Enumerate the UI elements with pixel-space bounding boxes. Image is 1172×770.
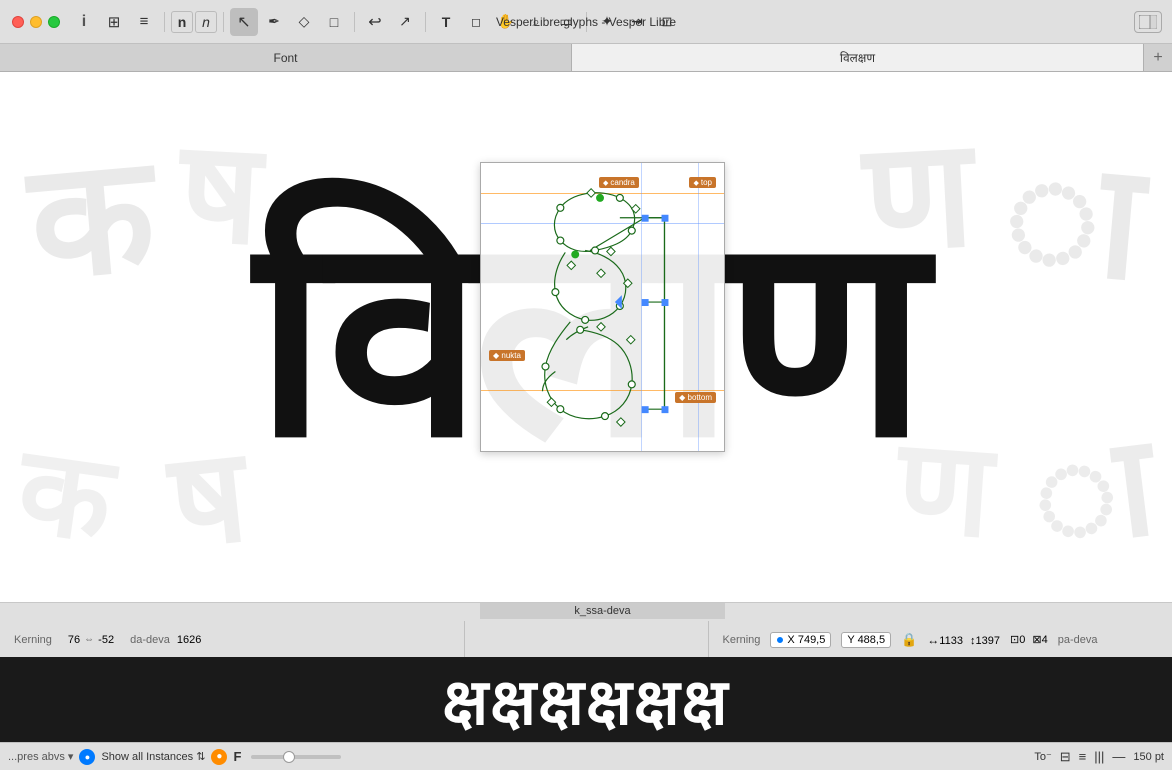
undo-tool[interactable]: ↩	[361, 8, 389, 36]
status-right: To⁻ ⊟ ≡ ||| — 150 pt	[1034, 749, 1164, 765]
size-values: ↔1133 ↕1397	[927, 633, 1000, 647]
info-rows: Kerning 76 ⇔ -52 da-deva 1626 Kerning X …	[0, 621, 1172, 658]
info-bar: k_ssa-deva Kerning 76 ⇔ -52 da-deva 1626…	[0, 602, 1172, 657]
kerning-label-left: Kerning	[14, 634, 52, 646]
pt-size-label: 150 pt	[1133, 751, 1164, 763]
text-tool[interactable]: T	[432, 8, 460, 36]
coord-box-y: Y 488,5	[841, 632, 891, 648]
main-canvas[interactable]: विलाण क ष ण ा क ष ण ा	[0, 72, 1172, 602]
to-icon[interactable]: To⁻	[1034, 750, 1051, 763]
scale-tool[interactable]: ↗	[391, 8, 419, 36]
coord-box: X 749,5	[770, 632, 831, 648]
preview-text: क्षक्षक्षक्षक्षक्ष	[442, 656, 729, 743]
separator3	[354, 12, 355, 32]
align-right-icon[interactable]: ≡	[1079, 749, 1087, 764]
status-bar: ...pres abvs ▾ ● Show all Instances ⇅ ● …	[0, 742, 1172, 770]
column-icon[interactable]: |||	[1094, 749, 1104, 764]
anchor-bottom: ◆ bottom	[675, 392, 716, 403]
info-right: Kerning X 749,5 Y 488,5 🔒 ↔1133 ↕1397 ⊡0…	[709, 621, 1172, 658]
anchor-candra: candra	[599, 177, 639, 188]
filter-button[interactable]: ...pres abvs ▾	[8, 750, 73, 763]
close-button[interactable]	[12, 16, 24, 28]
pen-tool[interactable]: ✒	[260, 8, 288, 36]
grid-view-button[interactable]: ⊞	[100, 8, 128, 36]
glyph-editor[interactable]: candra top ◆ bottom ◆ nukta	[480, 162, 725, 452]
maximize-button[interactable]	[48, 16, 60, 28]
n-italic-button[interactable]: n	[195, 11, 217, 33]
shape-tool[interactable]: ◇	[290, 8, 318, 36]
slider-thumb[interactable]	[283, 751, 295, 763]
kerning-values: 76 ⇔ -52	[68, 634, 114, 646]
glyph-name-label: k_ssa-deva	[480, 603, 725, 619]
f-button[interactable]: F	[233, 749, 241, 764]
sidebar-toggle[interactable]	[1134, 11, 1162, 33]
add-tab-button[interactable]: +	[1144, 44, 1172, 71]
glyph-tab[interactable]: विलक्षण	[572, 44, 1144, 71]
anchor-top: top	[689, 177, 716, 188]
orange-circle-icon[interactable]: ●	[211, 749, 227, 765]
show-instances-button[interactable]: Show all Instances ⇅	[101, 750, 205, 763]
node-indicator	[776, 636, 784, 644]
rect-tool[interactable]: □	[320, 8, 348, 36]
eye-toggle[interactable]: ●	[79, 749, 95, 765]
speech-tool[interactable]: ◻	[462, 8, 490, 36]
preview-bar: क्षक्षक्षक्षक्षक्ष	[0, 657, 1172, 742]
glyph-editor-inner: candra top ◆ bottom ◆ nukta	[481, 163, 724, 451]
info-tool[interactable]: i	[70, 8, 98, 36]
info-left: Kerning 76 ⇔ -52 da-deva 1626	[0, 621, 464, 658]
anchor-nukta: ◆ nukta	[489, 350, 525, 361]
align-center-icon[interactable]: ⊟	[1060, 749, 1071, 765]
glyph-path-svg	[481, 163, 724, 451]
dash-icon[interactable]: —	[1112, 749, 1125, 764]
list-view-button[interactable]: ≡	[130, 8, 158, 36]
titlebar: i ⊞ ≡ n n ↖ ✒ ◇ □ ↩ ↗ T ◻ ✋ ⌕ ▭ ✦ ⇥ ⊡ Ve…	[0, 0, 1172, 44]
window-controls	[0, 16, 60, 28]
font-tab[interactable]: Font	[0, 44, 572, 71]
slider-track[interactable]	[251, 755, 341, 759]
da-deva-row: da-deva 1626	[130, 634, 201, 646]
separator4	[425, 12, 426, 32]
select-tool[interactable]: ↖	[230, 8, 258, 36]
tabbar: Font विलक्षण +	[0, 44, 1172, 72]
minimize-button[interactable]	[30, 16, 42, 28]
count-values: ⊡0 ⊠4	[1010, 633, 1048, 646]
separator2	[223, 12, 224, 32]
status-left: ...pres abvs ▾ ● Show all Instances ⇅ ● …	[8, 749, 341, 765]
window-title: VesperLibre.glyphs - Vesper Libre	[496, 15, 676, 29]
lock-icon: 🔒	[901, 632, 917, 648]
separator1	[164, 12, 165, 32]
n-regular-button[interactable]: n	[171, 11, 193, 33]
info-center	[464, 621, 709, 658]
